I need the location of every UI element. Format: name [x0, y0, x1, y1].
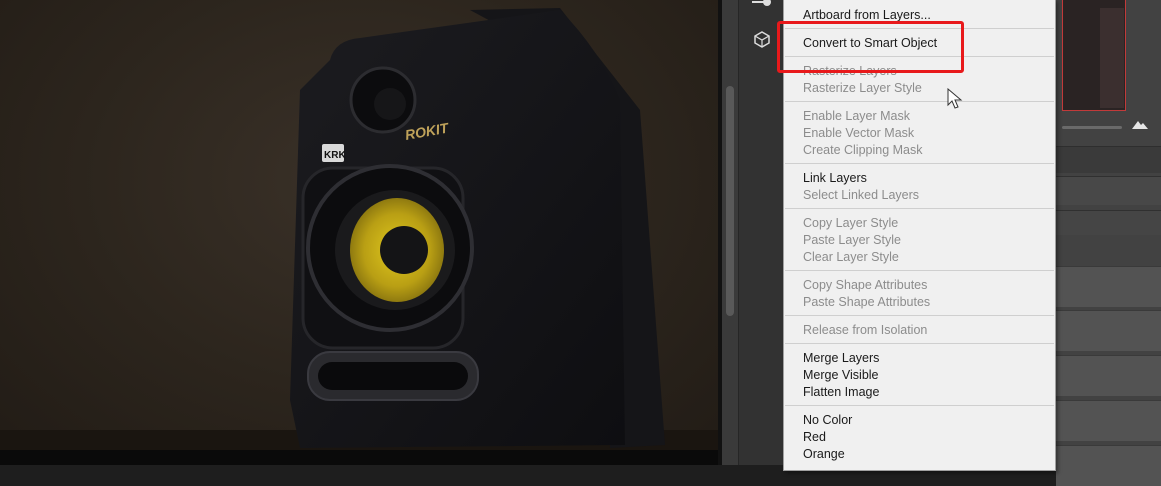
menu-item-rasterize-layer-style: Rasterize Layer Style	[803, 81, 922, 95]
navigator-preview	[1100, 8, 1124, 108]
layer-row[interactable]	[1056, 310, 1161, 351]
panel-filter-row	[1056, 210, 1161, 235]
panel-options-row	[1056, 176, 1161, 205]
mouse-pointer-icon	[947, 87, 963, 110]
menu-separator	[785, 163, 1054, 164]
menu-item-merge-visible[interactable]: Merge Visible	[803, 367, 879, 384]
menu-separator	[785, 405, 1054, 406]
krk-logo: KRK	[324, 150, 346, 161]
layer-row[interactable]	[1056, 400, 1161, 441]
menu-item-paste-shape-attributes: Paste Shape Attributes	[803, 295, 931, 309]
menu-item-create-clipping-mask: Create Clipping Mask	[803, 143, 923, 157]
panel-header	[1056, 146, 1161, 173]
menu-item-release-from-isolation: Release from Isolation	[803, 323, 928, 337]
menu-item-merge-layers[interactable]: Merge Layers	[803, 350, 879, 367]
brush-settings-icon[interactable]	[749, 0, 775, 16]
menu-separator	[785, 101, 1054, 102]
menu-separator	[785, 315, 1054, 316]
canvas-bottom-bar	[0, 450, 722, 465]
speaker-photo: KRK ROKIT	[0, 8, 718, 450]
menu-item-enable-vector-mask: Enable Vector Mask	[803, 126, 915, 140]
menu-item-copy-shape-attributes: Copy Shape Attributes	[803, 278, 928, 292]
menu-item-clear-layer-style: Clear Layer Style	[803, 250, 899, 264]
menu-separator	[785, 343, 1054, 344]
layer-row[interactable]	[1056, 445, 1161, 486]
zoom-slider[interactable]	[1062, 126, 1122, 129]
menu-item-select-linked-layers: Select Linked Layers	[803, 188, 920, 202]
menu-item-copy-layer-style: Copy Layer Style	[803, 216, 899, 230]
menu-item-no-color[interactable]: No Color	[803, 412, 852, 429]
menu-item-red[interactable]: Red	[803, 429, 826, 446]
scrollbar-thumb[interactable]	[726, 86, 734, 316]
layer-row[interactable]	[1056, 355, 1161, 396]
menu-separator	[785, 208, 1054, 209]
document-canvas[interactable]: KRK ROKIT	[0, 0, 718, 450]
menu-item-link-layers[interactable]: Link Layers	[803, 170, 867, 187]
menu-item-enable-layer-mask: Enable Layer Mask	[803, 109, 911, 123]
menu-item-flatten-image[interactable]: Flatten Image	[803, 384, 879, 401]
menu-item-paste-layer-style: Paste Layer Style	[803, 233, 901, 247]
layer-row[interactable]	[1056, 266, 1161, 307]
3d-cube-icon[interactable]	[749, 30, 775, 52]
menu-separator	[785, 270, 1054, 271]
mountain-icon[interactable]	[1131, 118, 1151, 134]
menu-item-orange[interactable]: Orange	[803, 446, 845, 463]
highlight-annotation-box	[777, 21, 964, 73]
